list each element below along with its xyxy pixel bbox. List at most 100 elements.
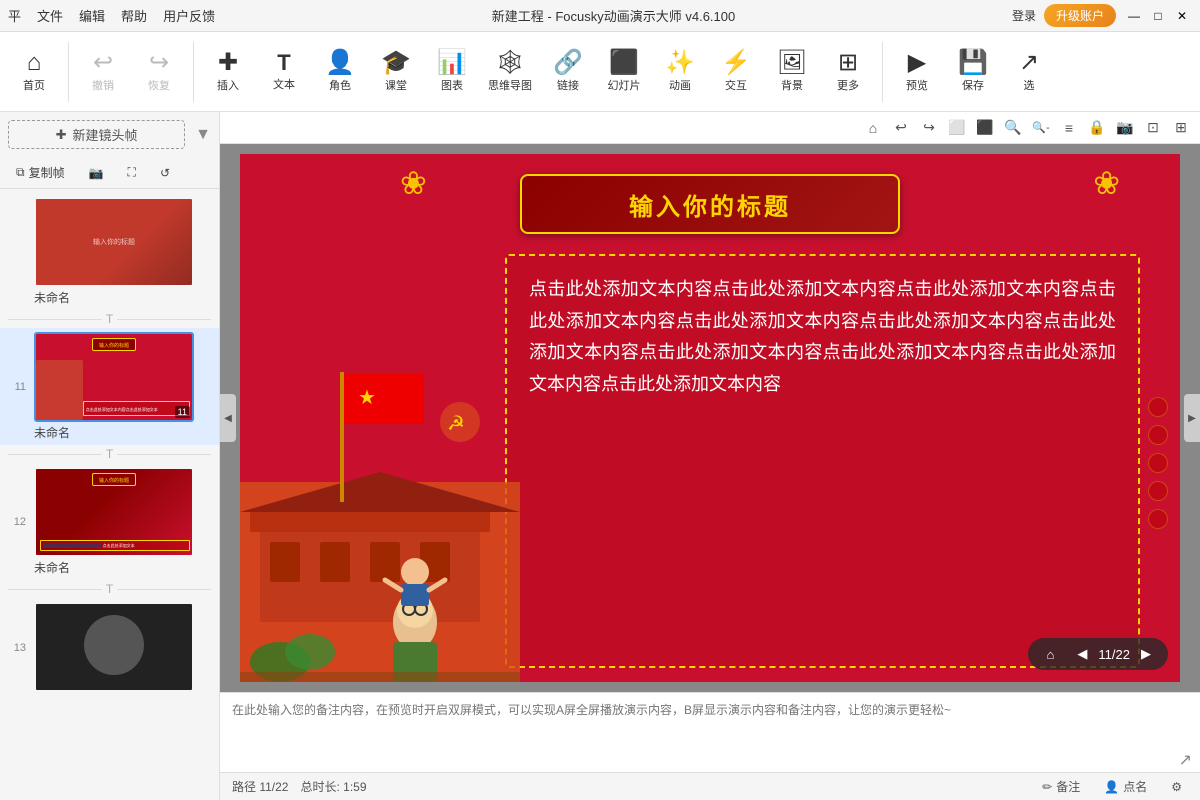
- toolbar-layout-btn[interactable]: ⊡: [1142, 117, 1164, 139]
- settings-status-btn[interactable]: ⚙: [1165, 778, 1188, 796]
- menu-help[interactable]: 帮助: [121, 6, 147, 25]
- tool-slide[interactable]: ⬛ 幻灯片: [598, 36, 650, 108]
- tool-interact[interactable]: ⚡ 交互: [710, 36, 762, 108]
- tool-undo-label: 撤销: [92, 77, 114, 93]
- tool-home-label: 首页: [23, 77, 45, 93]
- illustration-svg: ★ ☭: [240, 342, 520, 682]
- tool-background[interactable]: 🖼 背景: [766, 36, 818, 108]
- tool-home[interactable]: ⌂ 首页: [8, 36, 60, 108]
- slide-thumb-inner-13: [36, 604, 192, 690]
- slide-thumbnail-12: 输入你的标题 点击此处添加文本: [34, 467, 194, 557]
- minimize-button[interactable]: —: [1124, 6, 1144, 26]
- toolbar-more2-btn[interactable]: ⊞: [1170, 117, 1192, 139]
- attendance-button[interactable]: 👤 点名: [1098, 776, 1153, 797]
- slide-item-13[interactable]: 13: [0, 598, 219, 698]
- toolbar-undo-btn[interactable]: ↩: [890, 117, 912, 139]
- undo-icon: ↩: [93, 51, 113, 75]
- tool-save[interactable]: 💾 保存: [947, 36, 999, 108]
- expand-button[interactable]: ⛶: [120, 162, 144, 183]
- slide-item-info-12: 输入你的标题 点击此处添加文本 未命名: [34, 467, 194, 576]
- tool-mindmap[interactable]: 🕸 思维导图: [482, 36, 538, 108]
- chart-icon: 📊: [437, 51, 467, 75]
- divider-icon-3: T: [102, 582, 117, 596]
- title-banner[interactable]: 输入你的标题: [520, 174, 900, 234]
- menu-ping[interactable]: 平: [8, 6, 21, 25]
- slide-divider-3: T: [0, 580, 219, 598]
- upgrade-button[interactable]: 升级账户: [1044, 4, 1116, 27]
- close-button[interactable]: ✕: [1172, 6, 1192, 26]
- tool-animation[interactable]: ✨ 动画: [654, 36, 706, 108]
- tool-redo[interactable]: ↪ 恢复: [133, 36, 185, 108]
- toolbar-separator-1: [68, 42, 69, 102]
- slide-number-13: 13: [8, 642, 26, 654]
- settings-icon: ⚙: [1171, 780, 1182, 794]
- menu-feedback[interactable]: 用户反馈: [163, 6, 215, 25]
- toolbar-zoom-out-btn[interactable]: 🔍-: [1030, 117, 1052, 139]
- tool-text[interactable]: T 文本: [258, 36, 310, 108]
- tool-undo[interactable]: ↩ 撤销: [77, 36, 129, 108]
- notes-label: 备注: [1056, 778, 1080, 795]
- slide-item-unnamed-top[interactable]: 输入你的标题 未命名: [0, 193, 219, 310]
- tool-preview[interactable]: ▶ 预览: [891, 36, 943, 108]
- panel-toggle[interactable]: ▼: [195, 126, 211, 144]
- left-panel-header: ✚ 新建镜头帧 ▼: [0, 112, 219, 157]
- camera-button[interactable]: 📷: [81, 163, 112, 183]
- nav-prev-button[interactable]: ◀: [1070, 642, 1094, 666]
- tool-classroom[interactable]: 🎓 课堂: [370, 36, 422, 108]
- tool-chart[interactable]: 📊 图表: [426, 36, 478, 108]
- divider-line: [8, 319, 102, 320]
- tool-link[interactable]: 🔗 链接: [542, 36, 594, 108]
- tool-slide-label: 幻灯片: [608, 77, 641, 93]
- slide-thumbnail-11: 输入你的标题 点击此处添加文本内容点击此处添加文本 11: [34, 332, 194, 422]
- divider-line: [117, 319, 211, 320]
- nav-home-button[interactable]: ⌂: [1038, 642, 1062, 666]
- interact-icon: ⚡: [721, 51, 751, 75]
- new-frame-button[interactable]: ✚ 新建镜头帧: [8, 120, 185, 149]
- new-frame-label: 新建镜头帧: [73, 125, 138, 144]
- copy-frame-button[interactable]: ⧉ 复制帧: [8, 161, 73, 184]
- home-icon: ⌂: [27, 51, 42, 75]
- nav-next-button[interactable]: ▶: [1134, 642, 1158, 666]
- menu-file[interactable]: 文件: [37, 6, 63, 25]
- attendance-icon: 👤: [1104, 780, 1119, 794]
- decorative-right: ❀: [1093, 164, 1120, 202]
- slide-item-info-11: 输入你的标题 点击此处添加文本内容点击此处添加文本 11 未命名: [34, 332, 194, 441]
- slide-item-11[interactable]: 11 输入你的标题 点击此处添加文本内容点击此处添加文本 11: [0, 328, 219, 445]
- right-pattern: [1144, 254, 1172, 672]
- toolbar-home-btn[interactable]: ⌂: [862, 117, 884, 139]
- toolbar-grid-btn[interactable]: ≡: [1058, 117, 1080, 139]
- toolbar-camera-btn[interactable]: 📷: [1114, 117, 1136, 139]
- slide-canvas[interactable]: TAp ❀ ❀ 输入你的标题 点击此处添加文本内: [240, 154, 1180, 682]
- link-icon: 🔗: [553, 51, 583, 75]
- tool-more[interactable]: ⊞ 更多: [822, 36, 874, 108]
- left-panel-collapse[interactable]: ◀: [220, 394, 236, 442]
- status-bar: 路径 11/22 总时长: 1:59 ✏ 备注 👤 点名 ⚙: [220, 772, 1200, 800]
- menu-edit[interactable]: 编辑: [79, 6, 105, 25]
- notes-input[interactable]: [220, 693, 1200, 748]
- slide-item-12[interactable]: 12 输入你的标题 点击此处添加文本 未命名: [0, 463, 219, 580]
- toolbar-redo-btn[interactable]: ↪: [918, 117, 940, 139]
- path-label: 路径 11/22: [232, 778, 288, 795]
- notes-icon: ✏: [1042, 780, 1052, 794]
- copy-frame-label: 复制帧: [29, 164, 65, 181]
- refresh-button[interactable]: ↺: [152, 163, 178, 183]
- attendance-label: 点名: [1123, 778, 1147, 795]
- plus-icon: ✚: [56, 127, 67, 143]
- tool-select-label: 选: [1024, 77, 1035, 93]
- toolbar-lock-btn[interactable]: 🔒: [1086, 117, 1108, 139]
- right-panel-collapse[interactable]: ▶: [1184, 394, 1200, 442]
- toolbar-zoom-in-btn[interactable]: 🔍: [1002, 117, 1024, 139]
- toolbar-frame2-btn[interactable]: ⬛: [974, 117, 996, 139]
- redo-icon: ↪: [149, 51, 169, 75]
- login-button[interactable]: 登录: [1012, 7, 1036, 24]
- tool-select[interactable]: ↗ 选: [1003, 36, 1055, 108]
- toolbar-frame-btn[interactable]: ⬜: [946, 117, 968, 139]
- tool-character[interactable]: 👤 角色: [314, 36, 366, 108]
- tool-insert[interactable]: ✚ 插入: [202, 36, 254, 108]
- content-box[interactable]: 点击此处添加文本内容点击此处添加文本内容点击此处添加文本内容点击此处添加文本内容…: [505, 254, 1140, 668]
- notes-expand-icon[interactable]: ↗: [1179, 750, 1192, 770]
- divider-line-3: [8, 589, 102, 590]
- maximize-button[interactable]: □: [1148, 6, 1168, 26]
- notes-button[interactable]: ✏ 备注: [1036, 776, 1086, 797]
- select-icon: ↗: [1019, 51, 1039, 75]
